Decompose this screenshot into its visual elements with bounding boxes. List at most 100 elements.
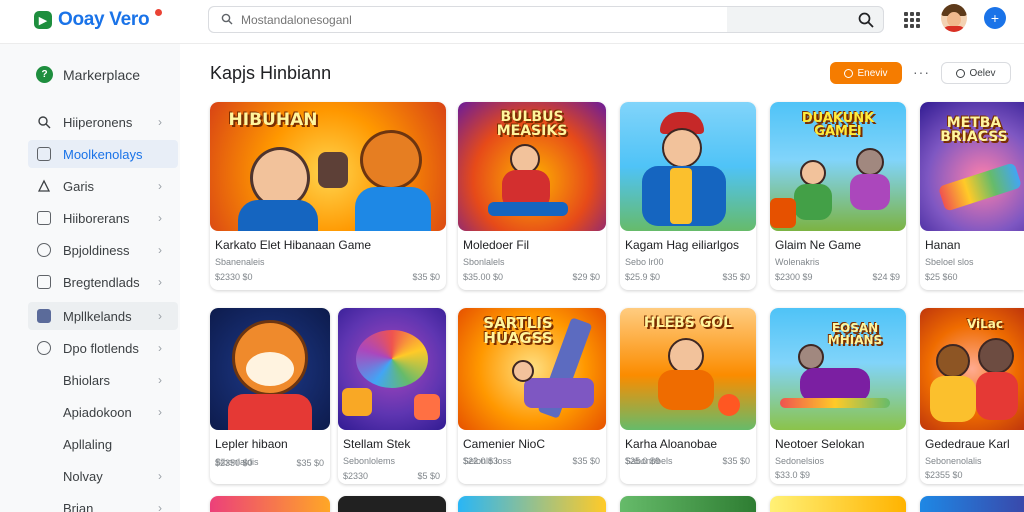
secondary-filter-button[interactable]: Oelev: [941, 62, 1011, 84]
chevron-right-icon: ›: [158, 341, 162, 355]
game-card[interactable]: BULBUS MEASIKS Moledoer Fil Sbonlalels $…: [458, 102, 606, 290]
chevron-right-icon: ›: [158, 469, 162, 483]
game-art-title: SARTLIS HUAGSS: [483, 314, 553, 347]
game-subtitle: Sebonenolalis: [925, 456, 982, 466]
sidebar-item-12[interactable]: Brian ›: [28, 494, 178, 512]
game-card[interactable]: DUAKUNK GAMEI Glaim Ne Game Wolenakris $…: [770, 102, 906, 290]
more-options-icon[interactable]: ···: [913, 64, 930, 80]
game-price-alt: $29 $0: [572, 272, 600, 282]
chevron-right-icon: ›: [158, 115, 162, 129]
game-thumbnail: HIBUHAN: [210, 102, 446, 231]
game-card-partial[interactable]: [458, 496, 606, 512]
games-icon: [37, 179, 51, 192]
primary-filter-label: Eneviv: [857, 67, 888, 79]
sidebar-item-4[interactable]: Bpjoldiness ›: [28, 236, 178, 264]
game-price: $25.0 $9: [625, 456, 661, 466]
sidebar-item-label: Nolvay: [63, 468, 103, 484]
game-title: Moledoer Fil: [463, 238, 530, 252]
game-title: Lepler hibaon: [215, 437, 288, 451]
sidebar-item-label: Garis: [63, 178, 95, 194]
search-button-icon[interactable]: [857, 11, 875, 29]
sidebar-item-label: Apllaling: [63, 436, 113, 452]
game-price: $22.0 $3: [463, 456, 499, 466]
game-subtitle: Sbanenaleis: [215, 257, 265, 267]
game-card-partial[interactable]: [338, 496, 446, 512]
game-price: $2355 $0: [925, 470, 963, 480]
game-subtitle: Wolenakris: [775, 257, 820, 267]
game-price-alt: $35 $0: [296, 458, 324, 468]
game-title: Hanan: [925, 238, 961, 252]
search-field: [209, 7, 727, 32]
sidebar-item-label: Hiiperonens: [63, 114, 133, 130]
game-card[interactable]: SARTLIS HUAGSS Camenier NioC Selonlo los…: [458, 308, 606, 484]
sidebar-item-10[interactable]: Apllaling: [28, 430, 178, 458]
app-logo[interactable]: ▶ Ooay Vero: [34, 9, 162, 31]
game-title: Neotoer Selokan: [775, 437, 865, 451]
sidebar-item-11[interactable]: Nolvay ›: [28, 462, 178, 490]
game-thumbnail: DUAKUNK GAMEI: [770, 102, 906, 231]
game-art-title: DUAKUNK GAMEI: [801, 111, 875, 139]
game-card[interactable]: Kagam Hag eiliarlgos Sebo lr00 $25.9 $0 …: [620, 102, 756, 290]
game-card[interactable]: Stellam Stek Sebonlolems $2330 $5 $0: [338, 308, 446, 484]
search-input[interactable]: [241, 10, 721, 29]
sidebar-item-0[interactable]: Hiiperonens ›: [28, 108, 178, 136]
sidebar-item-label: Bhiolars: [63, 372, 110, 388]
game-card[interactable]: ViLac Gededraue Karl Sebonenolalis $2355…: [920, 308, 1024, 484]
sidebar-item-label: Brian: [63, 500, 94, 512]
sidebar-item-6[interactable]: Mpllkelands ›: [28, 302, 178, 330]
game-art-title: HIBUHAN: [228, 110, 318, 130]
chevron-right-icon: ›: [158, 373, 162, 387]
game-card-partial[interactable]: [920, 496, 1024, 512]
game-price: $25 $60: [925, 272, 958, 282]
game-art-title: EOSAN MHIANS: [827, 321, 883, 347]
circle-icon: [844, 68, 854, 78]
coin-icon: [37, 243, 51, 257]
game-card[interactable]: HLEBS GOL Karha Aloanobae Sabonobels $25…: [620, 308, 756, 484]
sidebar-item-5[interactable]: Bregtendlads ›: [28, 268, 178, 296]
game-thumbnail: HLEBS GOL: [620, 308, 756, 430]
sidebar-item-2[interactable]: Garis ›: [28, 172, 178, 200]
game-title: Gededraue Karl: [925, 437, 1010, 451]
shield-icon: [37, 341, 51, 355]
sidebar-item-label: Moolkenolays: [63, 146, 143, 162]
top-bar: ▶ Ooay Vero +: [0, 0, 1024, 44]
game-thumbnail: ViLac: [920, 308, 1024, 430]
game-card[interactable]: EOSAN MHIANS Neotoer Selokan Sedonelsios…: [770, 308, 906, 484]
game-thumbnail: BULBUS MEASIKS: [458, 102, 606, 231]
sidebar-header-label: Markerplace: [63, 66, 141, 83]
chevron-right-icon: ›: [158, 179, 162, 193]
sidebar-item-8[interactable]: Bhiolars ›: [28, 366, 178, 394]
avatar[interactable]: [941, 4, 967, 32]
game-price-alt: $35 $0: [572, 456, 600, 466]
game-subtitle: Sedonelsios: [775, 456, 825, 466]
image-icon: [37, 309, 51, 323]
game-art-title: BULBUS MEASIKS: [496, 109, 568, 139]
game-title: Stellam Stek: [343, 437, 411, 451]
search-bar: [208, 6, 884, 33]
apps-grid-icon[interactable]: [904, 12, 920, 28]
sidebar-item-3[interactable]: Hiiborerans ›: [28, 204, 178, 232]
sidebar-item-label: Apiadokoon: [63, 404, 132, 420]
add-icon[interactable]: +: [984, 7, 1006, 29]
game-card-partial[interactable]: [770, 496, 906, 512]
game-card[interactable]: HIBUHAN Karkato Elet Hibanaan Game Sbane…: [210, 102, 446, 290]
sidebar-item-9[interactable]: Apiadokoon ›: [28, 398, 178, 426]
primary-filter-button[interactable]: Eneviv: [830, 62, 902, 84]
game-title: Karha Aloanobae: [625, 437, 718, 451]
sidebar-item-7[interactable]: Dpo flotlends ›: [28, 334, 178, 362]
sidebar-item-1[interactable]: Moolkenolays: [28, 140, 178, 168]
game-title: Karkato Elet Hibanaan Game: [215, 238, 372, 252]
game-card-partial[interactable]: [620, 496, 756, 512]
game-card[interactable]: Lepler hibaon Slbonlaldis $2350 $0 $35 $…: [210, 308, 330, 484]
list-icon: [37, 275, 51, 289]
sidebar-item-label: Dpo flotlends: [63, 340, 139, 356]
game-price-alt: $35 $0: [412, 272, 440, 282]
marketplace-icon: [37, 147, 51, 161]
game-subtitle: Sbonlalels: [463, 257, 505, 267]
chevron-right-icon: ›: [158, 243, 162, 257]
sidebar-header[interactable]: ? Markerplace: [36, 66, 140, 83]
game-thumbnail: EOSAN MHIANS: [770, 308, 906, 430]
game-card-partial[interactable]: [210, 496, 330, 512]
game-price: $25.9 $0: [625, 272, 661, 282]
game-card[interactable]: METBA BRIACSS Hanan Sbeloel slos $25 $60: [920, 102, 1024, 290]
